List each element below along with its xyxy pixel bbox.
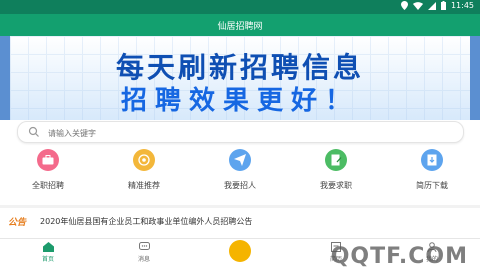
chat-icon (138, 242, 150, 250)
briefcase-icon (37, 149, 59, 171)
signal-icon (427, 1, 436, 10)
watermark: QQTF.COM (330, 244, 468, 269)
wifi-icon (412, 1, 423, 10)
home-icon (42, 242, 54, 252)
menu-item-resume-download[interactable]: 简历下载 (384, 149, 480, 199)
target-icon (133, 149, 155, 171)
edit-doc-icon (325, 149, 347, 171)
banner-subline: 招聘效果更好！ (120, 86, 359, 116)
tab-label: 首页 (41, 256, 54, 263)
location-icon (400, 1, 408, 10)
menu-item-label: 全职招聘 (32, 181, 64, 190)
menu-item-full-time-jobs[interactable]: 全职招聘 (0, 149, 96, 199)
menu-item-recommend[interactable]: 精准推荐 (96, 149, 192, 199)
menu-item-job-seek[interactable]: 我要求职 (288, 149, 384, 199)
tab-messages[interactable]: 消息 (96, 239, 192, 270)
tab-home[interactable]: 首页 (0, 239, 96, 270)
menu-item-hire[interactable]: 我要招人 (192, 149, 288, 199)
search-input[interactable] (46, 125, 450, 141)
tab-center[interactable] (192, 239, 288, 270)
status-time: 11:45 (450, 1, 474, 10)
search-bar[interactable] (17, 121, 464, 143)
notice-bar[interactable]: 公告 2020年仙居县国有企业员工和政事业单位编外人员招聘公告 (0, 208, 480, 234)
status-bar: 11:45 (0, 0, 480, 14)
tab-label: 消息 (137, 256, 150, 263)
menu-item-label: 精准推荐 (128, 181, 160, 190)
app-title: 仙居招聘网 (217, 22, 263, 32)
menu-item-label: 简历下载 (416, 181, 448, 190)
center-icon (229, 240, 251, 262)
download-icon (421, 149, 443, 171)
battery-icon (440, 1, 446, 10)
notice-tag: 公告 (8, 217, 27, 228)
search-icon (28, 126, 39, 137)
menu-item-label: 我要招人 (224, 181, 256, 190)
menu-item-label: 我要求职 (320, 181, 352, 190)
banner[interactable]: 每天刷新招聘信息 招聘效果更好！ (0, 36, 480, 120)
quick-menu: 全职招聘 精准推荐 我要招人 我要求职 简历下载 (0, 149, 480, 199)
paper-plane-icon (229, 149, 251, 171)
notice-text[interactable]: 2020年仙居县国有企业员工和政事业单位编外人员招聘公告 (40, 216, 252, 227)
app-bar: 仙居招聘网 (0, 14, 480, 36)
status-icons: 11:45 (400, 1, 474, 10)
